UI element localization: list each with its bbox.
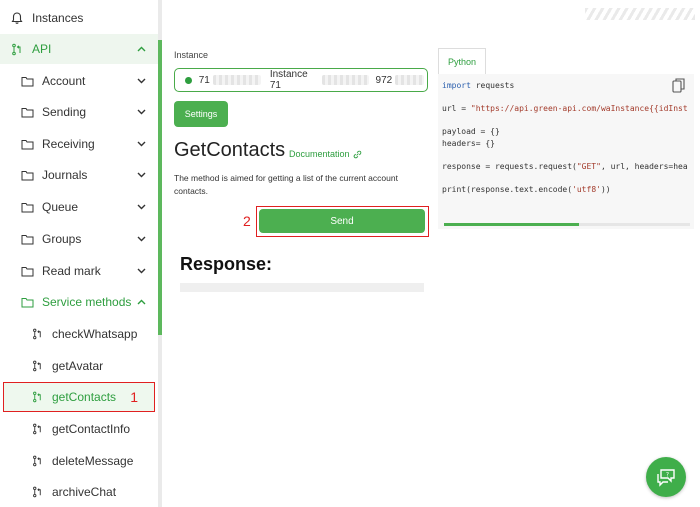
instance-id: 71 <box>198 74 210 86</box>
sidebar-item-label: Journals <box>42 168 88 182</box>
support-chat-button[interactable]: ? <box>646 457 686 497</box>
code-scrollbar-thumb[interactable] <box>444 223 579 226</box>
chevron-down-icon[interactable] <box>134 232 148 246</box>
sidebar-item-account[interactable]: Account <box>0 66 158 96</box>
sidebar-item-api[interactable]: API <box>0 34 158 64</box>
decorative-stripes <box>585 8 695 20</box>
response-output <box>180 283 424 292</box>
instance-selector[interactable]: 71 Instance 71 972 <box>174 68 428 92</box>
documentation-link-label: Documentation <box>289 149 350 159</box>
sidebar-method-getcontactinfo[interactable]: getContactInfo <box>0 414 158 444</box>
folder-icon <box>20 168 34 182</box>
sidebar-item-queue[interactable]: Queue <box>0 192 158 222</box>
sidebar-item-read-mark[interactable]: Read mark <box>0 256 158 286</box>
status-dot-icon <box>185 76 192 84</box>
pull-request-icon <box>30 359 44 373</box>
chevron-down-icon[interactable] <box>134 264 148 278</box>
pull-request-icon <box>30 390 44 404</box>
sidebar-scrollbar-thumb[interactable] <box>158 40 162 335</box>
sidebar-item-label: Sending <box>42 105 87 119</box>
sidebar-item-label: Account <box>42 74 86 88</box>
sidebar-item-service-methods[interactable]: Service methods <box>0 287 158 317</box>
chat-bubbles-icon: ? <box>655 467 677 487</box>
folder-icon <box>20 74 34 88</box>
link-icon <box>353 150 362 159</box>
chevron-up-icon[interactable] <box>134 295 148 309</box>
copy-icon[interactable] <box>672 78 686 94</box>
instance-name: Instance 71 <box>269 69 308 91</box>
sidebar-item-label: getContactInfo <box>52 422 131 436</box>
redacted-suffix <box>395 75 424 85</box>
folder-icon <box>20 232 34 246</box>
sidebar-item-instances[interactable]: Instances <box>0 3 158 33</box>
redacted-id <box>212 75 261 85</box>
sidebar-item-label: getContacts <box>52 390 117 404</box>
step-number-1: 1 <box>130 389 138 405</box>
chevron-down-icon[interactable] <box>134 168 148 182</box>
sidebar-item-label: Read mark <box>42 264 101 278</box>
sidebar-item-label: archiveChat <box>52 485 117 499</box>
pull-request-icon <box>10 42 24 56</box>
code-sample: import requests url = "https://api.green… <box>438 74 694 229</box>
chevron-down-icon[interactable] <box>134 200 148 214</box>
sidebar-item-label: API <box>32 42 52 56</box>
send-highlight: Send <box>256 206 429 237</box>
sidebar-item-sending[interactable]: Sending <box>0 97 158 127</box>
pull-request-icon <box>30 485 44 499</box>
folder-icon <box>20 105 34 119</box>
bell-icon <box>10 11 24 25</box>
sidebar-item-journals[interactable]: Journals <box>0 160 158 190</box>
pull-request-icon <box>30 327 44 341</box>
sidebar-method-getcontacts[interactable]: getContacts 1 <box>3 382 155 412</box>
sidebar-item-label: Instances <box>32 11 84 25</box>
sidebar-method-archivechat[interactable]: archiveChat <box>0 477 158 507</box>
documentation-link[interactable]: Documentation <box>289 149 362 159</box>
send-button[interactable]: Send <box>259 209 425 233</box>
folder-icon <box>20 200 34 214</box>
settings-button[interactable]: Settings <box>174 101 228 127</box>
sidebar-item-label: Service methods <box>42 295 132 309</box>
tab-python[interactable]: Python <box>438 48 486 74</box>
page-title: GetContacts <box>174 139 286 161</box>
folder-icon <box>20 264 34 278</box>
chevron-up-icon[interactable] <box>134 42 148 56</box>
step-number-2: 2 <box>243 213 251 229</box>
sidebar: Instances API Account Sending Receiving … <box>0 0 160 507</box>
pull-request-icon <box>30 422 44 436</box>
chevron-down-icon[interactable] <box>134 105 148 119</box>
sidebar-item-groups[interactable]: Groups <box>0 224 158 254</box>
response-title: Response: <box>180 254 273 274</box>
sidebar-item-label: deleteMessage <box>52 454 134 468</box>
pull-request-icon <box>30 454 44 468</box>
method-description: The method is aimed for getting a list o… <box>174 173 398 196</box>
folder-icon <box>20 137 34 151</box>
instance-label: Instance <box>174 50 209 60</box>
instance-suffix: 972 <box>375 74 393 86</box>
sidebar-method-deletemessage[interactable]: deleteMessage <box>0 446 158 476</box>
sidebar-item-label: getAvatar <box>52 359 104 373</box>
svg-text:?: ? <box>666 472 669 479</box>
sidebar-item-label: Receiving <box>42 137 95 151</box>
sidebar-method-checkwhatsapp[interactable]: checkWhatsapp <box>0 319 158 349</box>
sidebar-item-label: Queue <box>42 200 79 214</box>
sidebar-item-receiving[interactable]: Receiving <box>0 129 158 159</box>
chevron-down-icon[interactable] <box>134 74 148 88</box>
sidebar-method-getavatar[interactable]: getAvatar <box>0 351 158 381</box>
code-text: import requests url = "https://api.green… <box>442 81 688 195</box>
sidebar-item-label: Groups <box>42 232 82 246</box>
chevron-down-icon[interactable] <box>134 137 148 151</box>
folder-icon <box>20 295 34 309</box>
redacted-name <box>322 75 369 85</box>
sidebar-item-label: checkWhatsapp <box>52 327 138 341</box>
